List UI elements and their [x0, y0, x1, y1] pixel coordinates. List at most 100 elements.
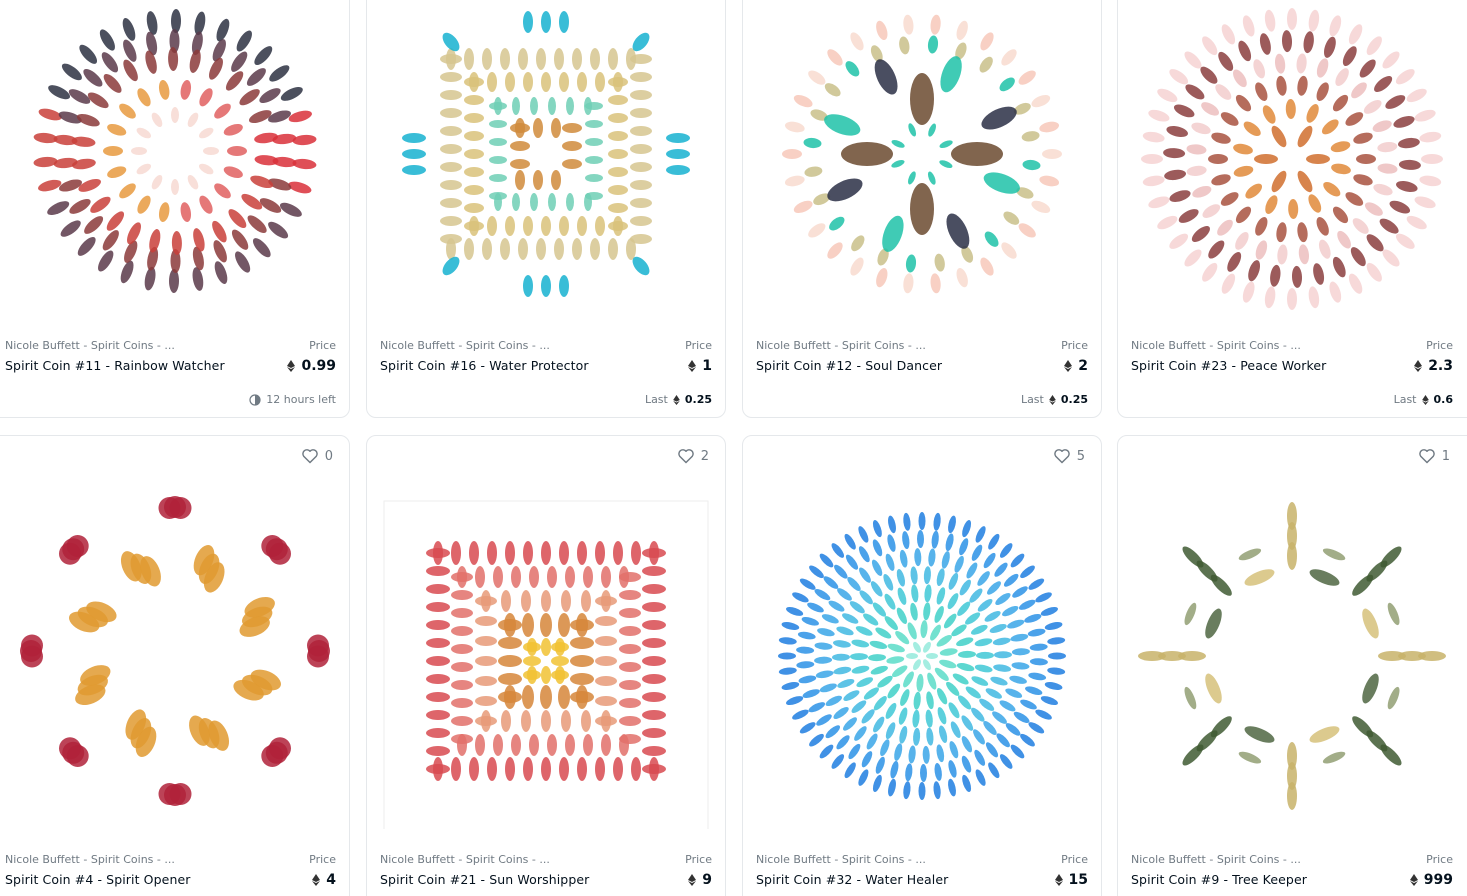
paint-dab: [1047, 637, 1066, 645]
paint-dab: [977, 571, 990, 586]
favorite-button[interactable]: 1: [1418, 448, 1450, 464]
paint-dab: [1248, 259, 1261, 281]
nft-card[interactable]: 1 Nicole Buffett - Spirit Coins - ... Sp…: [1117, 435, 1467, 896]
paint-dab: [912, 709, 920, 728]
paint-dab: [887, 534, 896, 552]
item-name[interactable]: Spirit Coin #4 - Spirit Opener: [5, 872, 191, 887]
paint-dab: [505, 71, 515, 92]
collection-name[interactable]: Nicole Buffett - Spirit Coins - ...: [380, 339, 550, 352]
item-name[interactable]: Spirit Coin #23 - Peace Worker: [1131, 358, 1326, 373]
nft-card[interactable]: 0 Nicole Buffett - Spirit Coins - ... Sp…: [0, 435, 350, 896]
paint-dab: [966, 562, 978, 579]
paint-dab: [475, 595, 497, 606]
paint-dab: [1220, 191, 1239, 206]
paint-dab: [307, 645, 329, 668]
paint-dab: [1011, 648, 1030, 656]
paint-dab: [1397, 137, 1420, 148]
paint-dab: [1210, 716, 1232, 738]
paint-dab: [595, 756, 605, 781]
paint-dab: [861, 751, 873, 768]
paint-dab: [254, 155, 279, 166]
collection-name[interactable]: Nicole Buffett - Spirit Coins - ...: [756, 339, 926, 352]
nft-card[interactable]: Nicole Buffett - Spirit Coins - ... Spir…: [366, 0, 726, 418]
paint-dab: [451, 733, 473, 744]
paint-dab: [970, 624, 988, 635]
item-name[interactable]: Spirit Coin #9 - Tree Keeper: [1131, 872, 1307, 887]
favorite-button[interactable]: 2: [677, 448, 709, 464]
paint-dab: [927, 35, 939, 53]
nft-image[interactable]: [1, 476, 349, 826]
eth-icon: [287, 360, 296, 372]
paint-dab: [493, 733, 503, 756]
paint-dab: [803, 137, 822, 148]
paint-dab: [957, 601, 971, 616]
nft-image[interactable]: [1118, 481, 1466, 831]
paint-dab: [992, 711, 1007, 724]
paint-dab: [58, 179, 83, 192]
paint-dab: [570, 654, 594, 667]
nft-card[interactable]: Nicole Buffett - Spirit Coins - ... Spir…: [1117, 0, 1467, 418]
favorite-button[interactable]: 0: [301, 448, 333, 464]
paint-dab: [475, 615, 497, 626]
paint-dab: [908, 745, 916, 764]
paint-dab: [1001, 48, 1017, 66]
paint-dab: [1296, 53, 1307, 73]
paint-dab: [1330, 140, 1351, 152]
nft-image[interactable]: [743, 481, 1101, 831]
collection-name[interactable]: Nicole Buffett - Spirit Coins - ...: [5, 339, 175, 352]
item-name[interactable]: Spirit Coin #11 - Rainbow Watcher: [5, 358, 225, 373]
paint-dab: [518, 237, 528, 260]
paint-dab: [920, 620, 928, 639]
paint-dab: [180, 202, 192, 222]
paint-dab: [595, 715, 617, 726]
nft-image[interactable]: [1, 1, 349, 301]
paint-dab: [102, 230, 119, 251]
paint-dab: [107, 123, 127, 136]
favorite-button[interactable]: 5: [1053, 448, 1085, 464]
paint-dab: [928, 548, 936, 567]
paint-dab: [1047, 667, 1066, 675]
paint-dab: [809, 565, 824, 579]
item-name[interactable]: Spirit Coin #16 - Water Protector: [380, 358, 589, 373]
paint-dab: [1233, 165, 1254, 177]
nft-image[interactable]: [1118, 1, 1466, 316]
nft-card[interactable]: Nicole Buffett - Spirit Coins - ... Spir…: [742, 0, 1102, 418]
paint-dab: [523, 540, 533, 565]
paint-dab: [440, 107, 462, 118]
paint-dab: [451, 589, 473, 600]
paint-dab: [228, 209, 247, 229]
paint-dab: [581, 589, 591, 612]
nft-card[interactable]: 2 Nicole Buffett - Spirit Coins - ... Sp…: [366, 435, 726, 896]
paint-dab: [426, 637, 450, 648]
paint-dab: [1414, 109, 1436, 122]
paint-dab: [1342, 45, 1357, 66]
paint-dab: [595, 655, 617, 666]
paint-dab: [959, 579, 971, 596]
paint-dab: [807, 602, 824, 613]
item-name[interactable]: Spirit Coin #32 - Water Healer: [756, 872, 948, 887]
paint-dab: [1192, 185, 1212, 198]
nft-image[interactable]: [367, 491, 725, 831]
paint-dab: [577, 756, 587, 781]
paint-dab: [934, 667, 949, 682]
nft-card[interactable]: Nicole Buffett - Spirit Coins - ... Spir…: [0, 0, 350, 418]
item-name[interactable]: Spirit Coin #21 - Sun Worshipper: [380, 872, 589, 887]
collection-name[interactable]: Nicole Buffett - Spirit Coins - ...: [380, 853, 550, 866]
item-name[interactable]: Spirit Coin #12 - Soul Dancer: [756, 358, 942, 373]
paint-dab: [192, 267, 204, 291]
paint-dab: [523, 655, 541, 666]
paint-dab: [529, 733, 539, 756]
collection-name[interactable]: Nicole Buffett - Spirit Coins - ...: [5, 853, 175, 866]
paint-dab: [487, 540, 497, 565]
paint-dab: [1297, 170, 1313, 192]
collection-name[interactable]: Nicole Buffett - Spirit Coins - ...: [1131, 339, 1301, 352]
nft-image[interactable]: [367, 1, 725, 306]
paint-dab: [1238, 40, 1252, 61]
paint-dab: [489, 137, 507, 146]
paint-dab: [426, 655, 450, 666]
nft-card[interactable]: 5 Nicole Buffett - Spirit Coins - ... Sp…: [742, 435, 1102, 896]
collection-name[interactable]: Nicole Buffett - Spirit Coins - ...: [1131, 853, 1301, 866]
collection-name[interactable]: Nicole Buffett - Spirit Coins - ...: [756, 853, 926, 866]
paint-dab: [1414, 195, 1436, 208]
nft-image[interactable]: [743, 1, 1101, 306]
